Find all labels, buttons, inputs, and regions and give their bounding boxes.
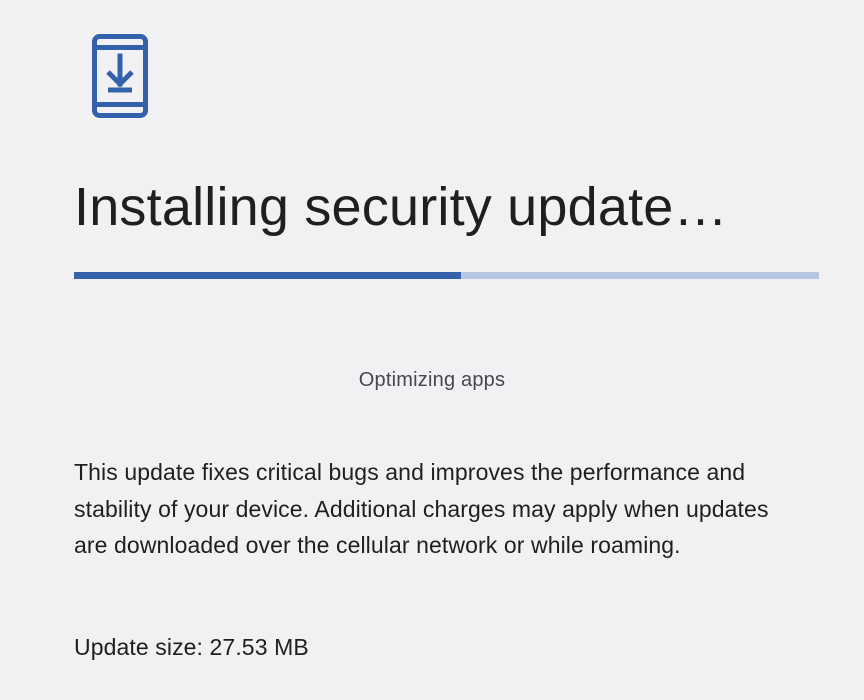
update-progress-fill xyxy=(74,272,462,279)
update-description: This update fixes critical bugs and impr… xyxy=(74,459,769,558)
update-progress-bar xyxy=(74,272,819,279)
status-text: Optimizing apps xyxy=(358,369,506,391)
update-size: Update size: 27.53 MB xyxy=(74,634,309,660)
security-update-screen: Installing security update… Optimizing a… xyxy=(0,0,864,700)
system-update-icon xyxy=(92,34,148,118)
page-title: Installing security update… xyxy=(74,177,728,237)
